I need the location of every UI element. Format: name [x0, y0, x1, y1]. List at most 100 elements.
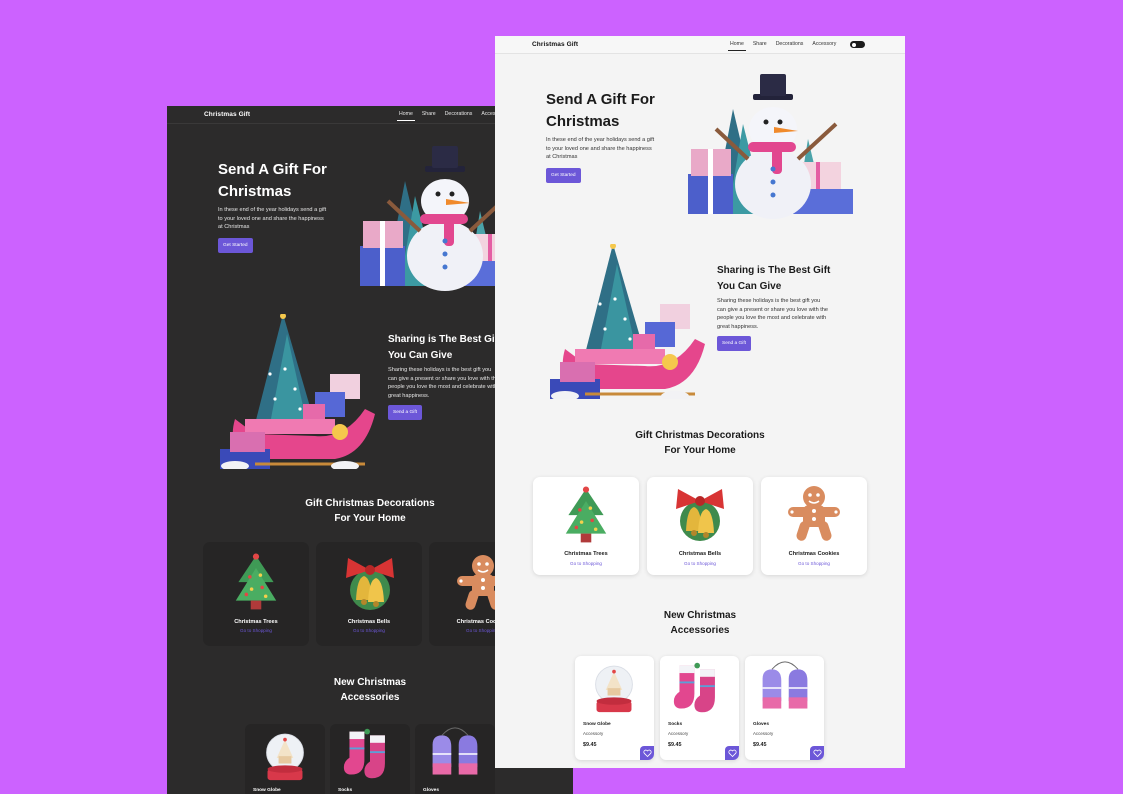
hero-description: In these end of the year holidays send a…	[546, 136, 686, 162]
favorite-heart-button[interactable]	[725, 746, 739, 760]
hero-title-line2: Christmas	[546, 113, 620, 130]
hero-desc-line: In these end of the year holidays send a…	[546, 137, 655, 143]
share-desc-line: great happiness.	[388, 392, 430, 399]
nav-decorations[interactable]: Decorations	[445, 111, 473, 117]
nav-home[interactable]: Home	[397, 111, 415, 121]
share-title-line2: You Can Give	[717, 280, 782, 292]
christmas-bells-icon	[670, 483, 730, 543]
accessory-card-socks[interactable]: Socks	[330, 724, 410, 794]
accessories-title-line1: New Christmas	[663, 610, 737, 621]
accessory-card-snow-globe[interactable]: Snow Globe Accessory $9.45	[575, 656, 654, 760]
share-desc-line: great happiness.	[717, 323, 759, 330]
get-started-button[interactable]: Get Started	[546, 167, 581, 183]
accessory-card-gloves[interactable]: Gloves Accessory $9.45	[745, 656, 824, 760]
nav-accessory[interactable]: Accessory	[812, 41, 836, 47]
accessory-category: Accessory	[668, 731, 689, 736]
heart-icon	[643, 749, 652, 758]
go-to-shopping-link[interactable]: Go to Shopping	[761, 561, 867, 566]
accessory-card-gloves[interactable]: Gloves	[415, 724, 495, 794]
hero-desc-line: at Christmas	[546, 154, 578, 161]
share-section: Sharing is The Best Gift You Can Give Sh…	[717, 263, 897, 352]
share-desc-line: Sharing these holidays is the best gift …	[388, 367, 492, 373]
get-started-button[interactable]: Get Started	[218, 237, 253, 253]
share-desc-line: can give a present or share you love wit…	[388, 375, 500, 382]
decoration-card-bells[interactable]: Christmas Bells Go to Shopping	[316, 542, 422, 646]
theme-toggle[interactable]	[850, 41, 865, 48]
hero-desc-line: to your loved one and share the happines…	[546, 145, 652, 152]
hero-title-line1: Send A Gift For	[218, 161, 327, 178]
hero-title-line1: Send A Gift For	[546, 91, 655, 108]
accessory-name: Snow Globe	[253, 788, 281, 793]
hero-title: Send A Gift For Christmas	[546, 89, 686, 133]
nav-links: Home Share Decorations Accessory	[397, 111, 505, 121]
accessory-category: Accessory	[583, 731, 604, 736]
share-desc-line: Sharing these holidays is the best gift …	[717, 298, 821, 304]
accessories-title-line1: New Christmas	[333, 677, 407, 688]
send-a-gift-button[interactable]: Send a Gift	[388, 405, 422, 421]
hero-section: Send A Gift For Christmas In these end o…	[546, 89, 686, 183]
nav-links: Home Share Decorations Accessory	[728, 41, 836, 51]
share-title-line1: Sharing is The Best Gift	[717, 265, 831, 276]
go-to-shopping-link[interactable]: Go to Shopping	[533, 561, 639, 566]
heart-icon	[813, 749, 822, 758]
share-title-line2: You Can Give	[388, 349, 453, 361]
gloves-icon	[757, 660, 813, 716]
go-to-shopping-link[interactable]: Go to Shopping	[316, 628, 422, 633]
share-desc-line: people you love the most and celebrate w…	[717, 315, 827, 322]
card-title: Christmas Bells	[678, 551, 722, 557]
accessory-price: $9.45	[668, 742, 682, 748]
christmas-tree-icon	[564, 485, 608, 547]
accessory-card-socks[interactable]: Socks Accessory $9.45	[660, 656, 739, 760]
decorations-title: Gift Christmas Decorations For Your Home	[600, 428, 800, 458]
accessory-name: Gloves	[753, 722, 769, 727]
accessories-title-line2: Accessories	[670, 625, 730, 636]
hero-title-line2: Christmas	[218, 183, 292, 200]
brand-logo[interactable]: Christmas Gift	[532, 41, 578, 48]
favorite-heart-button[interactable]	[810, 746, 824, 760]
brand-logo[interactable]: Christmas Gift	[204, 111, 250, 118]
share-title: Sharing is The Best Gift You Can Give	[717, 263, 897, 294]
go-to-shopping-link[interactable]: Go to Shopping	[647, 561, 753, 566]
share-desc-line: can give a present or share you love wit…	[717, 306, 829, 313]
accessory-name: Gloves	[423, 788, 439, 793]
share-title-line1: Sharing is The Best Gift	[388, 334, 502, 345]
nav-home[interactable]: Home	[728, 41, 746, 51]
share-description: Sharing these holidays is the best gift …	[717, 297, 897, 331]
decorations-title-line1: Gift Christmas Decorations	[635, 430, 765, 441]
accessory-price: $9.45	[753, 742, 767, 748]
accessory-card-snow-globe[interactable]: Snow Globe	[245, 724, 325, 794]
snow-globe-icon	[591, 662, 637, 718]
decorations-title-line2: For Your Home	[334, 513, 406, 524]
nav-decorations[interactable]: Decorations	[776, 41, 804, 47]
card-title: Christmas Trees	[564, 551, 608, 557]
accessories-title: New Christmas Accessories	[600, 608, 800, 638]
hero-description: In these end of the year holidays send a…	[218, 206, 358, 232]
accessory-name: Snow Globe	[583, 722, 611, 727]
sleigh-illustration	[545, 244, 710, 399]
light-theme-page: Christmas Gift Home Share Decorations Ac…	[495, 36, 905, 768]
socks-icon	[672, 660, 728, 716]
decoration-card-cookies[interactable]: Christmas Cookies Go to Shopping	[761, 477, 867, 575]
nav-share[interactable]: Share	[422, 111, 436, 117]
accessories-title: New Christmas Accessories	[270, 675, 470, 705]
christmas-bells-icon	[340, 552, 400, 612]
decorations-title-line2: For Your Home	[664, 445, 736, 456]
gloves-icon	[427, 726, 483, 782]
accessory-name: Socks	[338, 788, 353, 793]
accessories-title-line2: Accessories	[340, 692, 400, 703]
decoration-card-trees[interactable]: Christmas Trees Go to Shopping	[533, 477, 639, 575]
hero-title: Send A Gift For Christmas	[218, 159, 358, 203]
hero-desc-line: In these end of the year holidays send a…	[218, 207, 327, 213]
nav-share[interactable]: Share	[753, 41, 767, 47]
decoration-card-bells[interactable]: Christmas Bells Go to Shopping	[647, 477, 753, 575]
card-title: Christmas Cookies	[788, 551, 840, 557]
card-title: Christmas Trees	[234, 619, 278, 625]
send-a-gift-button[interactable]: Send a Gift	[717, 336, 751, 352]
hero-desc-line: at Christmas	[218, 224, 250, 231]
snow-globe-icon	[262, 730, 308, 786]
hero-desc-line: to your loved one and share the happines…	[218, 215, 324, 222]
gingerbread-cookie-icon	[784, 483, 844, 543]
decoration-card-trees[interactable]: Christmas Trees Go to Shopping	[203, 542, 309, 646]
go-to-shopping-link[interactable]: Go to Shopping	[203, 628, 309, 633]
favorite-heart-button[interactable]	[640, 746, 654, 760]
